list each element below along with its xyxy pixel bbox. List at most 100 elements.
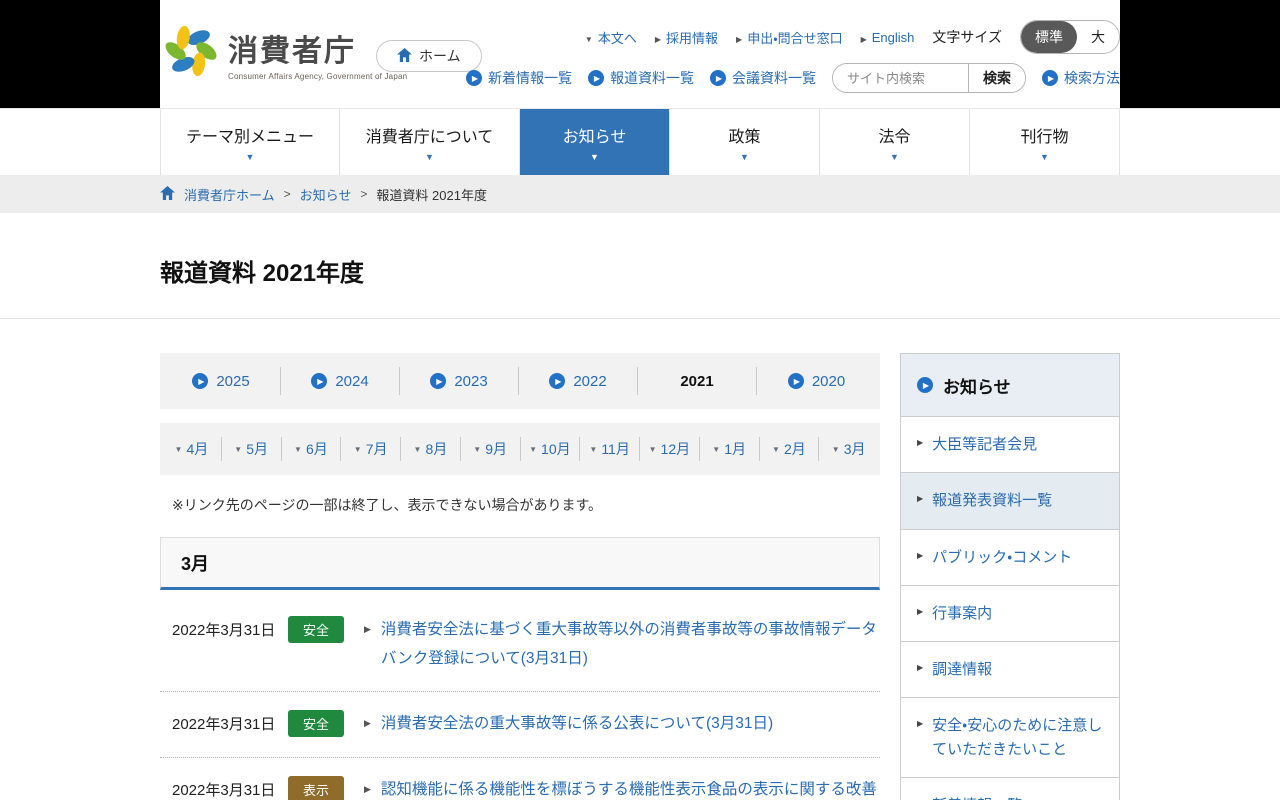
- circle-play-icon: [588, 70, 604, 86]
- link-new-info-list[interactable]: 新着情報一覧: [466, 68, 572, 88]
- triangle-right-icon: [655, 30, 661, 45]
- press-release-list: 2022年3月31日 安全 ▶ 消費者安全法に基づく重大事故等以外の消費者事故等…: [160, 598, 880, 800]
- header: 消費者庁 Consumer Affairs Agency, Government…: [0, 0, 1280, 108]
- circle-play-icon: [549, 373, 566, 389]
- breadcrumb-separator: >: [360, 187, 368, 201]
- chevron-down-icon: ▼: [245, 151, 255, 162]
- month-link-nov[interactable]: 11月: [580, 437, 640, 461]
- sidebar-item-safety-attention[interactable]: 安全・安心のために注意していただきたいこと: [901, 697, 1119, 777]
- table-row: 2022年3月31日 安全 ▶ 消費者安全法の重大事故等に係る公表について(3月…: [160, 692, 880, 759]
- month-link-jun[interactable]: 6月: [282, 437, 342, 461]
- home-icon: [397, 47, 412, 65]
- link-inquiry[interactable]: 申出・問合せ窓口: [736, 28, 842, 47]
- year-tabs: 2025 2024 2023 2022 2021: [160, 353, 880, 409]
- site-search: 検索: [832, 63, 1026, 93]
- sidebar-title: お知らせ: [943, 377, 1011, 397]
- year-tab-2021-current: 2021: [638, 367, 757, 395]
- chevron-down-icon: ▼: [590, 151, 599, 162]
- utility-links: 本文へ 採用情報 申出・問合せ窓口 English 文字サイズ 標準 大: [585, 20, 1120, 54]
- circle-play-icon: [311, 373, 328, 389]
- month-section-header: 3月: [160, 537, 880, 590]
- category-badge: 表示: [288, 776, 344, 800]
- page-title: 報道資料 2021年度: [160, 260, 365, 287]
- category-badge: 安全: [288, 616, 344, 643]
- triangle-right-icon: ▶: [364, 624, 371, 634]
- sidebar-item-press-release-list[interactable]: 報道発表資料一覧: [901, 472, 1119, 529]
- table-row: 2022年3月31日 安全 ▶ 消費者安全法に基づく重大事故等以外の消費者事故等…: [160, 598, 880, 693]
- news-link[interactable]: 消費者安全法に基づく重大事故等以外の消費者事故等の事故情報データバンク登録につい…: [381, 616, 880, 673]
- sidebar-item-new-info-list[interactable]: 新着情報一覧: [901, 776, 1119, 800]
- month-link-oct[interactable]: 10月: [521, 437, 581, 461]
- nav-about-agency[interactable]: 消費者庁について ▼: [340, 109, 520, 175]
- link-press-material-list[interactable]: 報道資料一覧: [588, 68, 694, 88]
- pinwheel-logo-icon: [162, 22, 220, 85]
- site-search-input[interactable]: [833, 64, 968, 92]
- news-sidebar: お知らせ 大臣等記者会見 報道発表資料一覧 パブリック・コメント 行事案内 調達…: [900, 353, 1120, 800]
- font-size-large-button[interactable]: 大: [1077, 21, 1119, 53]
- month-link-aug[interactable]: 8月: [401, 437, 461, 461]
- font-size-standard-button[interactable]: 標準: [1021, 21, 1077, 53]
- nav-laws[interactable]: 法令 ▼: [820, 109, 970, 175]
- sidebar-header: お知らせ: [901, 354, 1119, 416]
- title-section: 報道資料 2021年度: [0, 213, 1280, 319]
- circle-play-icon: [430, 373, 447, 389]
- chevron-down-icon: ▼: [740, 151, 749, 162]
- circle-play-icon: [1042, 70, 1058, 86]
- circle-play-icon: [466, 70, 482, 86]
- sidebar-item-events[interactable]: 行事案内: [901, 584, 1119, 641]
- agency-logo[interactable]: 消費者庁 Consumer Affairs Agency, Government…: [162, 22, 407, 85]
- nav-policy[interactable]: 政策 ▼: [670, 109, 820, 175]
- month-link-sep[interactable]: 9月: [461, 437, 521, 461]
- year-tab-2024[interactable]: 2024: [281, 367, 400, 395]
- link-recruit[interactable]: 採用情報: [655, 28, 718, 47]
- month-link-apr[interactable]: 4月: [162, 437, 222, 461]
- nav-news[interactable]: お知らせ ▼: [520, 109, 670, 175]
- year-tab-2020[interactable]: 2020: [757, 367, 876, 395]
- breadcrumb-news-link[interactable]: お知らせ: [300, 185, 352, 204]
- triangle-right-icon: [736, 30, 742, 45]
- year-tab-2022[interactable]: 2022: [519, 367, 638, 395]
- font-size-label: 文字サイズ: [932, 29, 1002, 45]
- circle-play-icon: [192, 373, 209, 389]
- news-date: 2022年3月31日: [172, 622, 276, 639]
- nav-theme-menu[interactable]: テーマ別メニュー ▼: [160, 109, 340, 175]
- search-button[interactable]: 検索: [968, 64, 1025, 92]
- circle-play-icon: [710, 70, 726, 86]
- triangle-down-icon: [585, 30, 593, 45]
- nav-publications[interactable]: 刊行物 ▼: [970, 109, 1120, 175]
- month-link-feb[interactable]: 2月: [760, 437, 820, 461]
- sidebar-item-minister-press-conference[interactable]: 大臣等記者会見: [901, 416, 1119, 473]
- category-badge: 安全: [288, 710, 344, 738]
- link-meeting-material-list[interactable]: 会議資料一覧: [710, 68, 816, 88]
- link-to-main-content[interactable]: 本文へ: [585, 28, 637, 47]
- news-date: 2022年3月31日: [172, 716, 276, 734]
- font-size-toggle: 標準 大: [1020, 20, 1120, 54]
- breadcrumb-current: 報道資料 2021年度: [376, 187, 487, 203]
- sidebar-item-public-comment[interactable]: パブリック・コメント: [901, 528, 1119, 585]
- quick-links-row: 新着情報一覧 報道資料一覧 会議資料一覧 検索 検索方法: [466, 63, 1120, 93]
- triangle-right-icon: ▶: [364, 718, 371, 729]
- news-link[interactable]: 消費者安全法の重大事故等に係る公表について(3月31日): [381, 710, 880, 739]
- month-link-may[interactable]: 5月: [222, 437, 282, 461]
- chevron-down-icon: ▼: [890, 151, 899, 162]
- breadcrumb-home-link[interactable]: 消費者庁ホーム: [184, 185, 275, 204]
- news-date: 2022年3月31日: [172, 782, 276, 800]
- chevron-down-icon: ▼: [1040, 151, 1049, 162]
- table-row: 2022年3月31日 表示 ▶ 認知機能に係る機能性を標ぼうする機能性表示食品の…: [160, 758, 880, 800]
- year-tab-2025[interactable]: 2025: [162, 367, 281, 395]
- breadcrumb: 消費者庁ホーム > お知らせ > 報道資料 2021年度: [160, 175, 1120, 213]
- link-search-help[interactable]: 検索方法: [1042, 68, 1120, 88]
- agency-name-en: Consumer Affairs Agency, Government of J…: [228, 72, 408, 81]
- year-tab-2023[interactable]: 2023: [400, 367, 519, 395]
- sidebar-item-procurement[interactable]: 調達情報: [901, 641, 1119, 698]
- month-link-jul[interactable]: 7月: [341, 437, 401, 461]
- month-link-jan[interactable]: 1月: [700, 437, 760, 461]
- circle-play-icon: [787, 373, 804, 389]
- triangle-right-icon: ▶: [364, 784, 371, 795]
- month-link-dec[interactable]: 12月: [640, 437, 700, 461]
- month-link-mar[interactable]: 3月: [819, 437, 878, 461]
- global-nav: テーマ別メニュー ▼ 消費者庁について ▼ お知らせ ▼ 政策 ▼ 法令 ▼ 刊…: [0, 108, 1280, 175]
- news-link[interactable]: 認知機能に係る機能性を標ぼうする機能性表示食品の表示に関する改善指導及び一般消費…: [381, 776, 880, 800]
- circle-play-icon: [917, 377, 933, 393]
- link-english[interactable]: English: [861, 30, 915, 45]
